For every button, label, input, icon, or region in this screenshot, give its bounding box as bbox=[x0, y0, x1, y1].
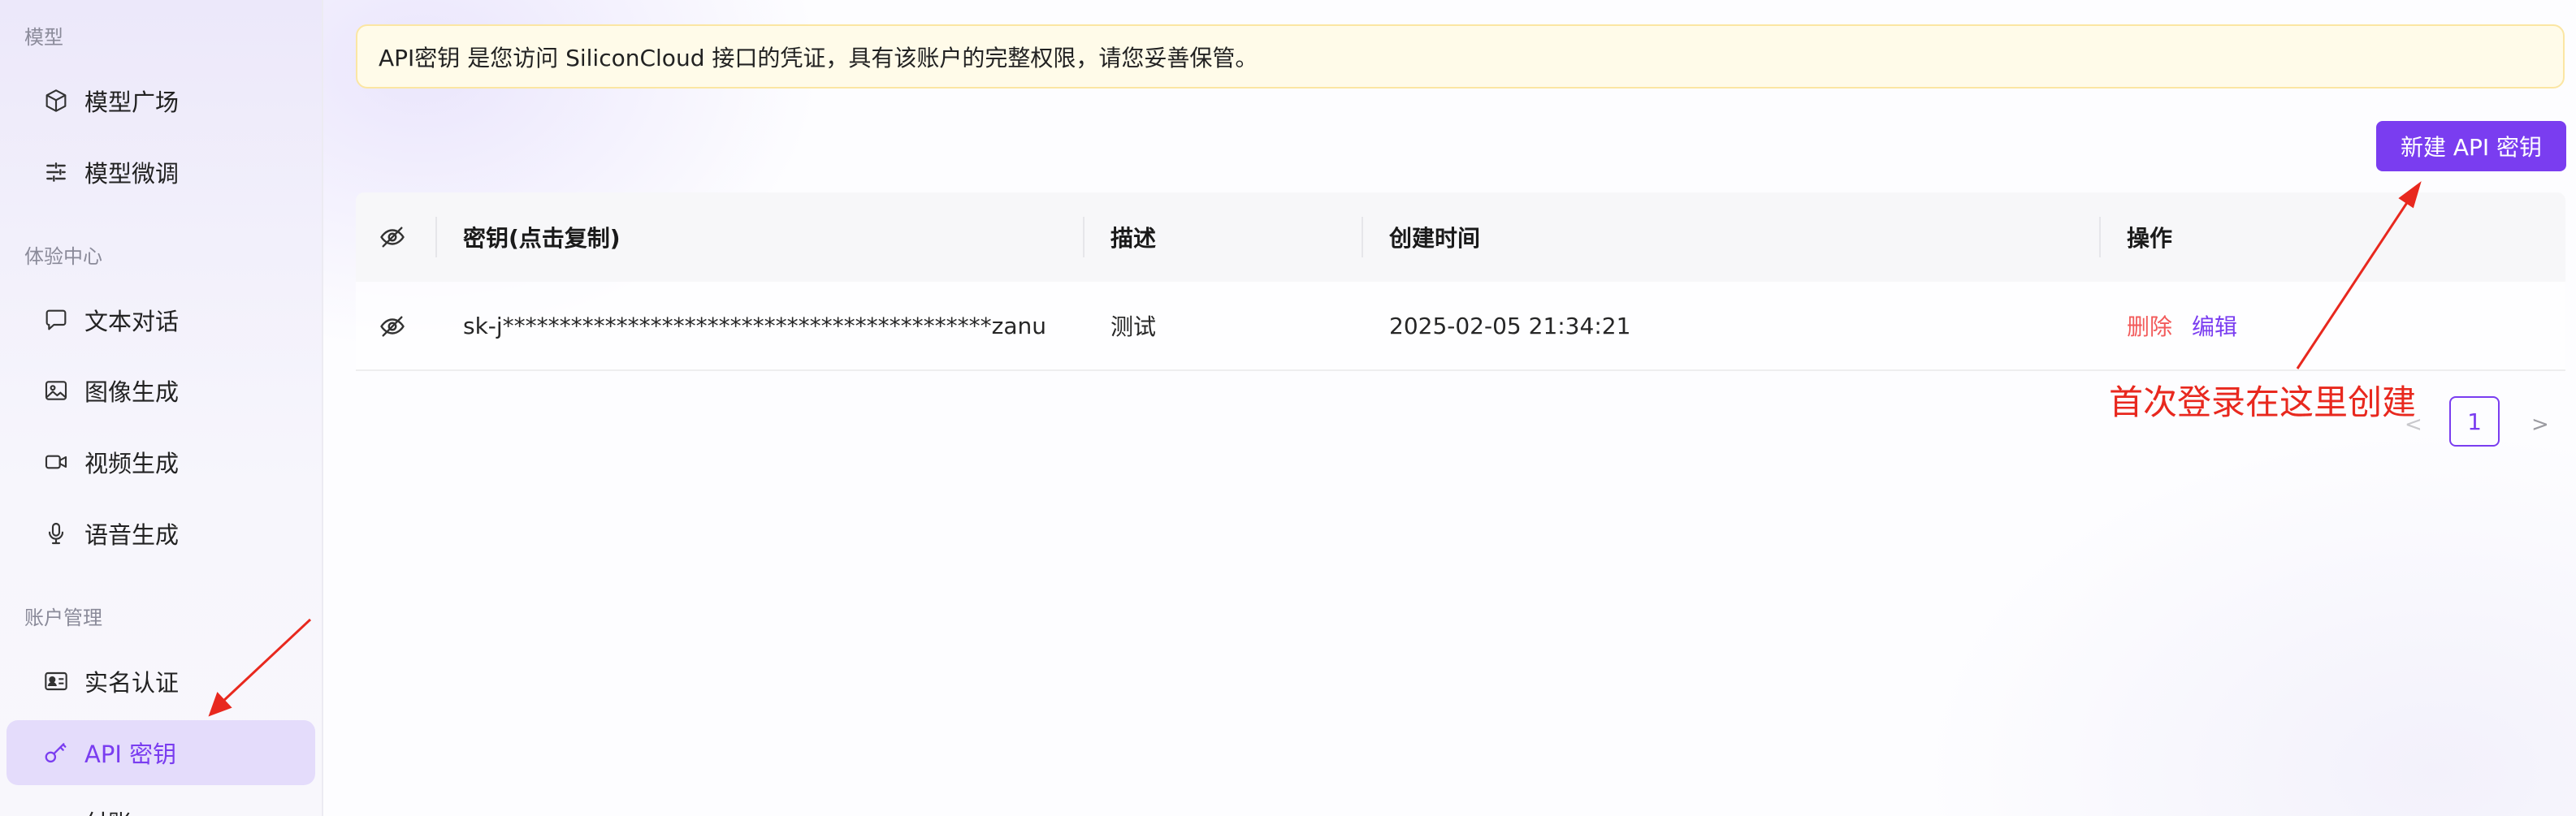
partial-icon bbox=[42, 805, 70, 816]
sidebar-item-text-chat[interactable]: 文本对话 bbox=[6, 287, 315, 352]
pagination-next[interactable]: > bbox=[2531, 412, 2549, 437]
column-separator bbox=[1083, 217, 1085, 257]
create-api-key-button[interactable]: 新建 API 密钥 bbox=[2376, 121, 2566, 171]
pagination-page[interactable]: 1 bbox=[2449, 396, 2500, 447]
table-row: sk-j************************************… bbox=[356, 282, 2565, 371]
sidebar-item-model-square[interactable]: 模型广场 bbox=[6, 68, 315, 133]
sidebar-item-label: 图像生成 bbox=[84, 378, 180, 406]
chat-bubble-icon bbox=[42, 306, 70, 334]
eye-off-icon[interactable] bbox=[379, 313, 406, 340]
sidebar-item-api-keys[interactable]: API 密钥 bbox=[6, 720, 315, 785]
sidebar-item-label: API 密钥 bbox=[84, 740, 177, 768]
column-header-description: 描述 bbox=[1110, 225, 1157, 252]
image-icon bbox=[42, 377, 70, 404]
sidebar-item-label: 模型广场 bbox=[84, 89, 180, 116]
sidebar-item-label: 实名认证 bbox=[84, 669, 180, 697]
api-keys-table: 密钥(点击复制) 描述 创建时间 操作 sk-j****************… bbox=[356, 192, 2565, 371]
column-header-actions: 操作 bbox=[2127, 225, 2173, 252]
api-key-value[interactable]: sk-j************************************… bbox=[463, 313, 1046, 339]
sidebar-item-video-gen[interactable]: 视频生成 bbox=[6, 430, 315, 494]
id-card-icon bbox=[42, 667, 70, 695]
column-header-key: 密钥(点击复制) bbox=[463, 225, 621, 252]
edit-link[interactable]: 编辑 bbox=[2192, 309, 2237, 342]
key-icon bbox=[42, 739, 70, 766]
sidebar-item-model-finetune[interactable]: 模型微调 bbox=[6, 140, 315, 205]
sliders-icon bbox=[42, 158, 70, 186]
sidebar-item-label: 文本对话 bbox=[84, 308, 180, 335]
sidebar-item-label: 视频生成 bbox=[84, 450, 180, 477]
sidebar-item-label: 模型微调 bbox=[84, 160, 180, 188]
column-header-created: 创建时间 bbox=[1389, 225, 1481, 252]
main-content: API密钥 是您访问 SiliconCloud 接口的凭证，具有该账户的完整权限… bbox=[323, 0, 2576, 816]
app-root: 模型 模型广场 模型微调 体验中心 文本对话 图像生成 视频生成 语音生成 账户… bbox=[0, 0, 2576, 816]
sidebar-group-title: 模型 bbox=[24, 26, 63, 49]
column-separator bbox=[1362, 217, 1363, 257]
sidebar-item-billing[interactable]: 付账 bbox=[6, 800, 315, 816]
column-separator bbox=[435, 217, 437, 257]
api-key-created-time: 2025-02-05 21:34:21 bbox=[1389, 312, 1631, 339]
sidebar-item-label: 语音生成 bbox=[84, 521, 180, 549]
microphone-icon bbox=[42, 520, 70, 547]
alert-text: API密钥 是您访问 SiliconCloud 接口的凭证，具有该账户的完整权限… bbox=[379, 44, 1258, 71]
sidebar-item-label: 付账 bbox=[84, 805, 132, 816]
sidebar-group-title: 体验中心 bbox=[24, 245, 102, 268]
sidebar-group-title: 账户管理 bbox=[24, 607, 102, 629]
delete-link[interactable]: 删除 bbox=[2127, 309, 2172, 342]
eye-off-icon[interactable] bbox=[379, 223, 406, 251]
sidebar-item-speech-gen[interactable]: 语音生成 bbox=[6, 501, 315, 566]
cube-icon bbox=[42, 87, 70, 114]
table-header: 密钥(点击复制) 描述 创建时间 操作 bbox=[356, 192, 2565, 282]
sidebar-item-verification[interactable]: 实名认证 bbox=[6, 649, 315, 714]
sidebar: 模型 模型广场 模型微调 体验中心 文本对话 图像生成 视频生成 语音生成 账户… bbox=[0, 0, 323, 816]
sidebar-item-image-gen[interactable]: 图像生成 bbox=[6, 358, 315, 423]
info-alert: API密钥 是您访问 SiliconCloud 接口的凭证，具有该账户的完整权限… bbox=[356, 24, 2565, 89]
api-key-description: 测试 bbox=[1110, 313, 1157, 340]
video-camera-icon bbox=[42, 448, 70, 476]
column-separator bbox=[2099, 217, 2101, 257]
annotation-text: 首次登录在这里创建 bbox=[2109, 382, 2417, 422]
